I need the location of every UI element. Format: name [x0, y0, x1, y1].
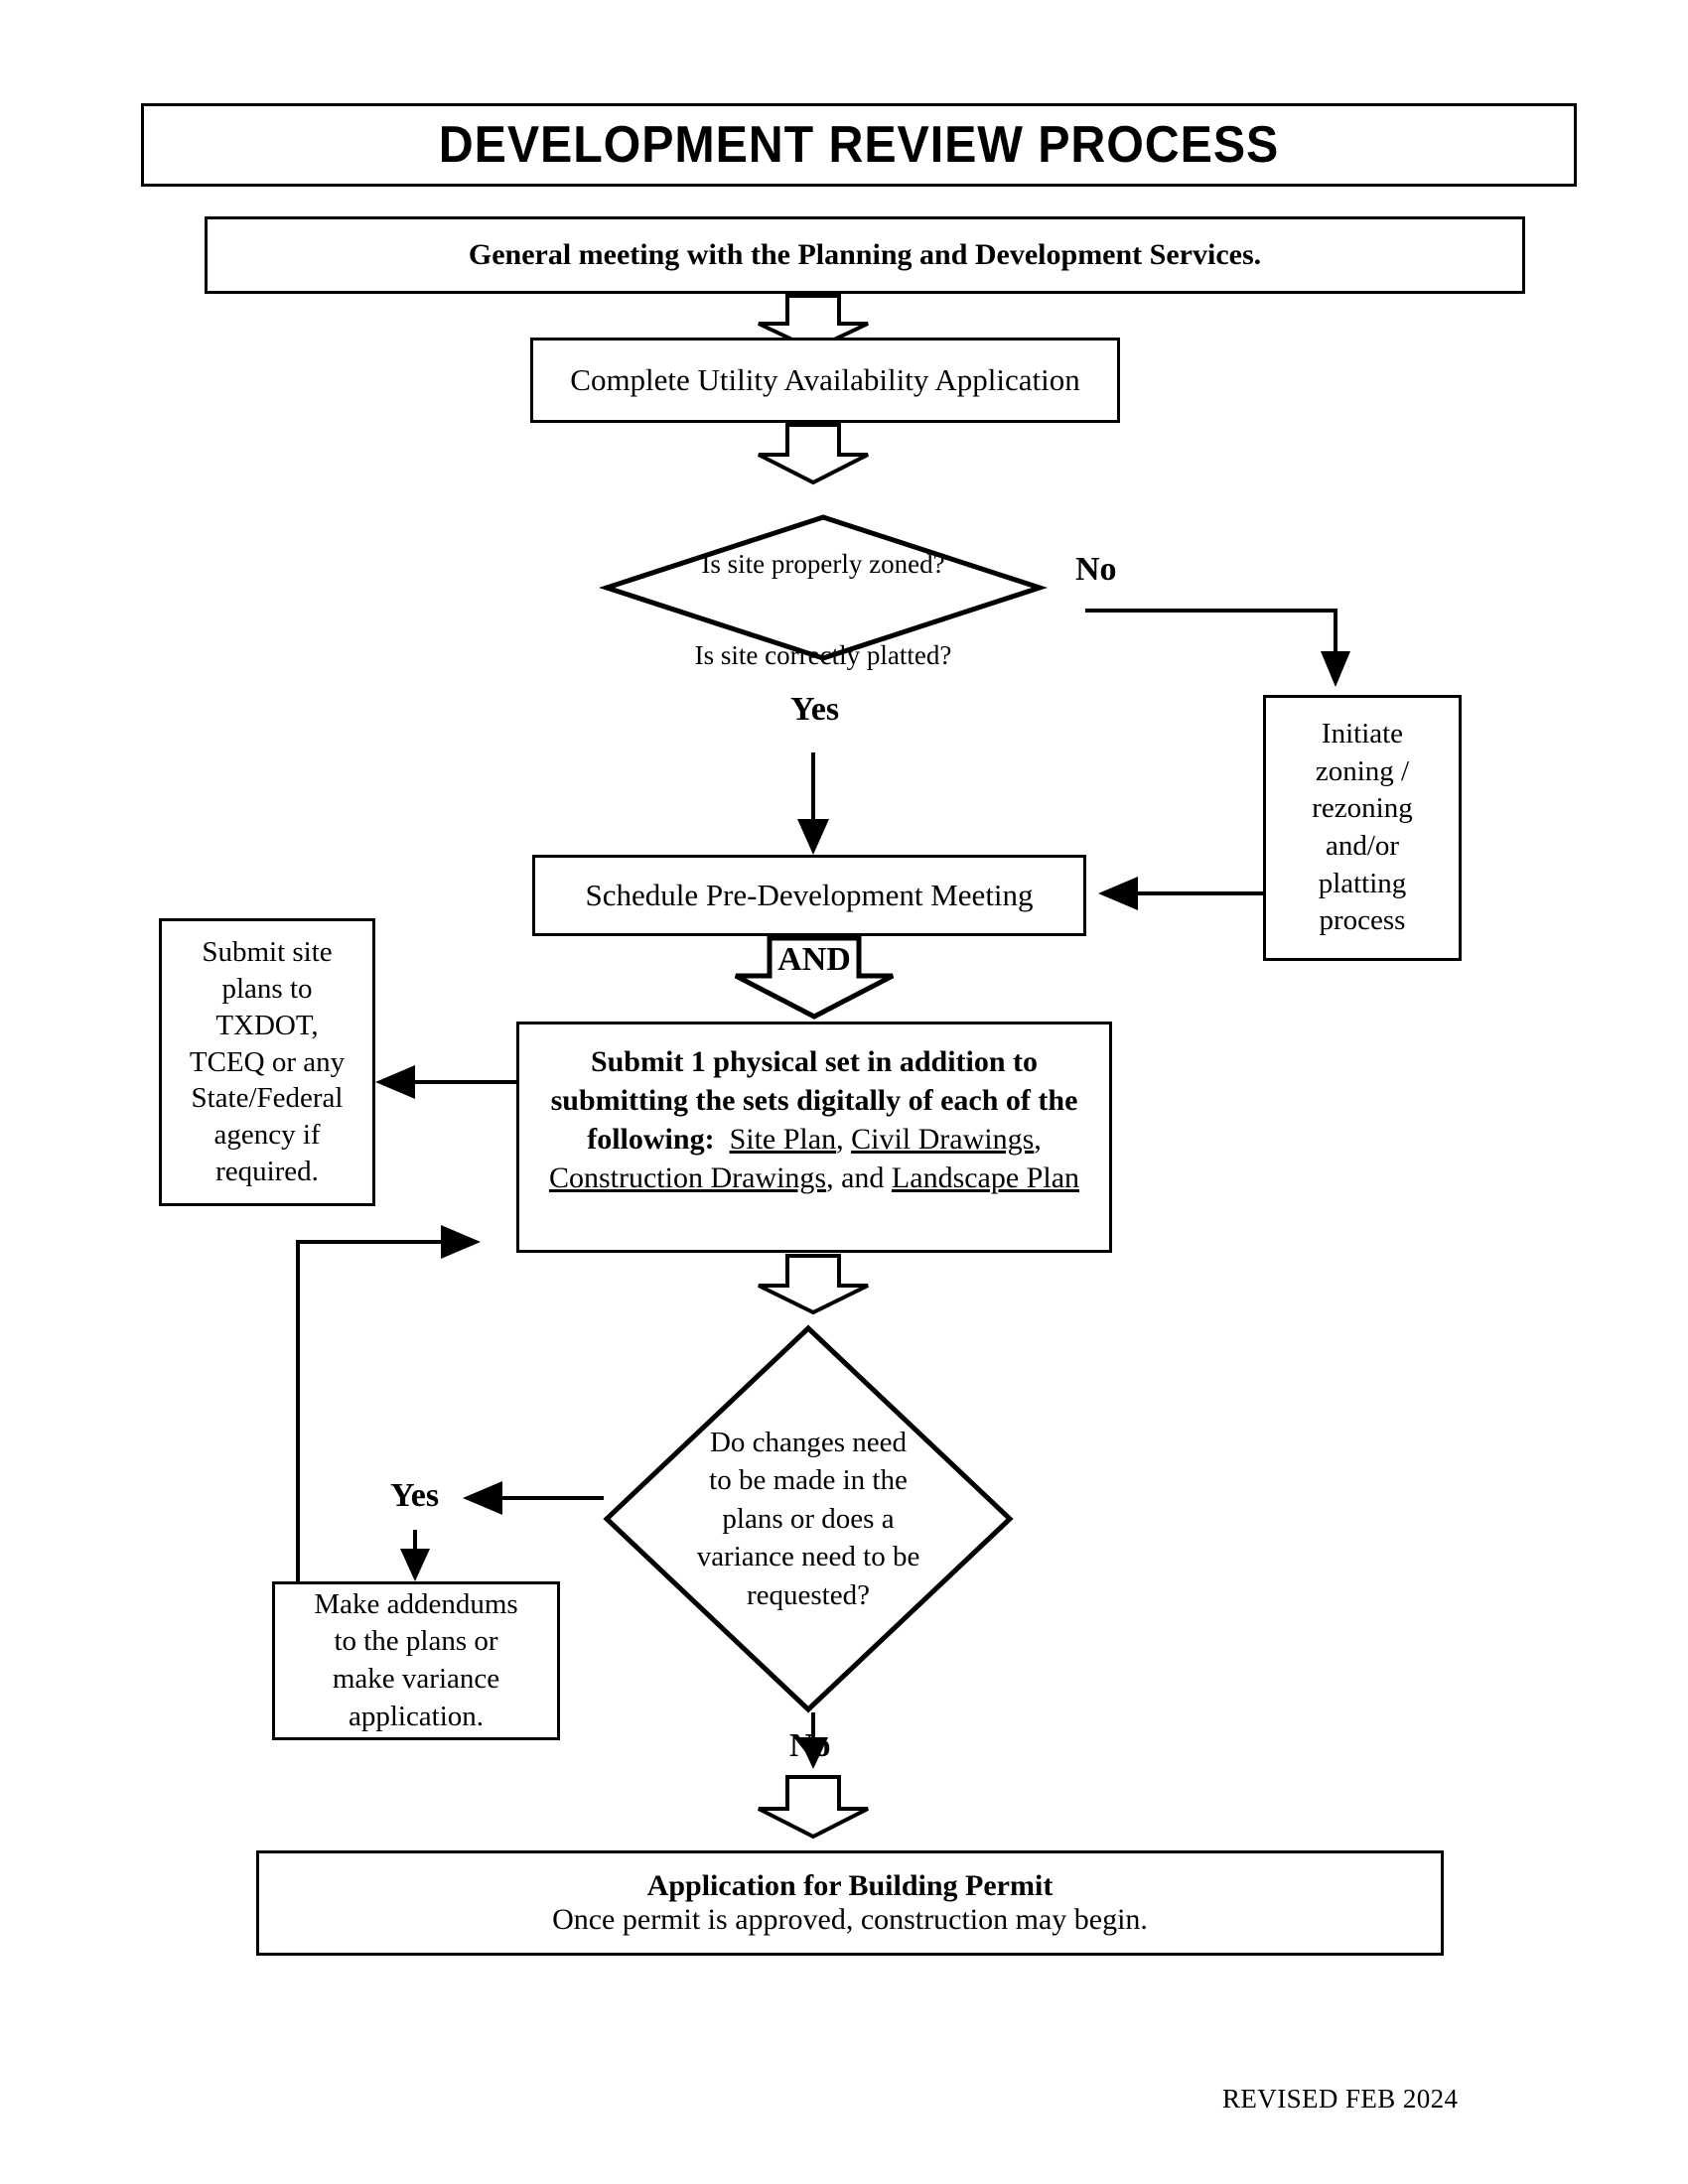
step-schedule-pre-development-meeting-text: Schedule Pre-Development Meeting: [585, 878, 1034, 913]
submit-sets-sep-1: ,: [836, 1123, 852, 1156]
link-landscape-plan[interactable]: Landscape Plan: [892, 1161, 1079, 1194]
step-initiate-zoning: Initiate zoning / rezoning and/or platti…: [1263, 695, 1462, 961]
decision-is-site-zoned: Is site properly zoned? Is site correctl…: [598, 514, 1049, 670]
submit-sets-space: [715, 1123, 730, 1156]
link-site-plan[interactable]: Site Plan: [730, 1123, 837, 1156]
page-title: DEVELOPMENT REVIEW PROCESS: [141, 103, 1577, 187]
branch-label-changes-no: No: [789, 1727, 831, 1764]
step-submit-site-plans-txdot: Submit site plans to TXDOT, TCEQ or any …: [159, 918, 375, 1206]
step-initiate-zoning-text: Initiate zoning / rezoning and/or platti…: [1312, 717, 1413, 937]
decision-changes-label-group: Do changes need to be made in the plans …: [604, 1325, 1013, 1712]
step-make-addendums-text: Make addendums to the plans or make vari…: [314, 1587, 518, 1732]
step-schedule-pre-development-meeting: Schedule Pre-Development Meeting: [532, 855, 1086, 936]
decision-changes-label: Do changes need to be made in the plans …: [696, 1426, 920, 1611]
arrowhead-addendums-loopback: [441, 1225, 481, 1259]
arrowhead-yes-to-schedule: [797, 819, 829, 855]
flowchart-canvas: Is site properly zoned? Is site correctl…: [0, 0, 1688, 2184]
step-submit-site-plans-txdot-text: Submit site plans to TXDOT, TCEQ or any …: [189, 936, 346, 1188]
decision-zoned-line1: Is site properly zoned?: [701, 549, 945, 580]
submit-sets-sep-2: ,: [1034, 1123, 1042, 1156]
step-building-permit: Application for Building Permit Once per…: [256, 1850, 1444, 1956]
footer-revised-date: REVISED FEB 2024: [1222, 2084, 1459, 2114]
and-gate-label: AND: [777, 941, 851, 978]
step-building-permit-line2: Once permit is approved, construction ma…: [552, 1903, 1148, 1936]
page-title-text: DEVELOPMENT REVIEW PROCESS: [438, 115, 1280, 174]
decision-zoned-label-group: Is site properly zoned? Is site correctl…: [604, 514, 1043, 670]
step-building-permit-line1: Application for Building Permit: [646, 1869, 1054, 1902]
decision-zoned-line2: Is site correctly platted?: [694, 639, 952, 670]
step-utility-availability-application-text: Complete Utility Availability Applicatio…: [570, 362, 1080, 398]
link-civil-drawings[interactable]: Civil Drawings: [851, 1123, 1034, 1156]
arrowhead-no-to-initiate: [1321, 651, 1350, 687]
arrow-addendums-loopback: [296, 1240, 447, 1581]
branch-label-zoned-no: No: [1075, 551, 1117, 588]
block-arrow-no-to-permit: [758, 1775, 869, 1840]
step-general-meeting: General meeting with the Planning and De…: [205, 216, 1525, 294]
step-building-permit-text: Application for Building Permit Once per…: [552, 1869, 1148, 1937]
link-construction-drawings[interactable]: Construction Drawings: [549, 1161, 826, 1194]
decision-changes-needed: Do changes need to be made in the plans …: [603, 1324, 1014, 1713]
submit-sets-and: , and: [826, 1161, 892, 1194]
arrowhead-submit-to-txdot: [375, 1065, 415, 1099]
arrowhead-changes-yes: [463, 1481, 502, 1515]
block-arrow-submit-to-decision: [758, 1254, 869, 1315]
step-general-meeting-text: General meeting with the Planning and De…: [468, 237, 1262, 271]
branch-label-zoned-yes: Yes: [790, 691, 840, 728]
step-make-addendums: Make addendums to the plans or make vari…: [272, 1581, 560, 1740]
arrow-no-to-initiate: [1085, 609, 1337, 655]
arrowhead-initiate-to-schedule: [1098, 877, 1138, 910]
step-utility-availability-application: Complete Utility Availability Applicatio…: [530, 338, 1120, 423]
branch-label-changes-yes: Yes: [390, 1477, 440, 1514]
step-submit-sets-text: Submit 1 physical set in addition to sub…: [533, 1042, 1095, 1197]
block-arrow-utility-to-decision: [758, 423, 869, 485]
arrowhead-yes-to-addendums: [400, 1549, 430, 1581]
step-submit-sets: Submit 1 physical set in addition to sub…: [516, 1022, 1112, 1253]
decision-zoned-lines: Is site properly zoned? Is site correctl…: [695, 496, 952, 679]
